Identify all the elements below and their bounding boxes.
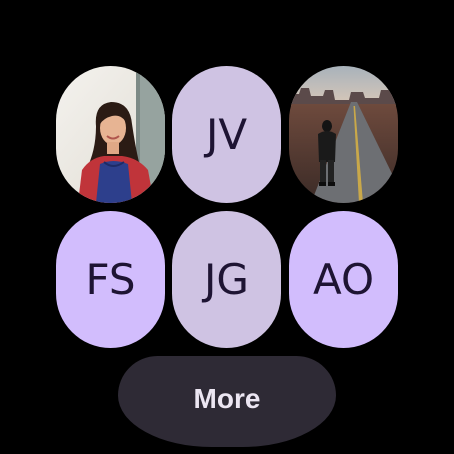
contact-avatar-jv[interactable]: JV [172,66,281,203]
contact-avatar-photo-2[interactable] [289,66,398,203]
contact-initials: AO [312,255,375,304]
contact-initials: JV [205,110,248,159]
more-button[interactable]: More [118,356,336,447]
more-button-label: More [193,382,261,414]
contact-avatar-fs[interactable]: FS [56,211,165,348]
contact-avatar-ao[interactable]: AO [289,211,398,348]
desert-road-photo [289,66,398,203]
contact-avatar-photo-1[interactable] [56,66,165,203]
contact-avatar-jg[interactable]: JG [172,211,281,348]
woman-portrait-photo [56,66,165,203]
contact-initials: FS [85,255,136,304]
contact-initials: JG [204,255,249,304]
